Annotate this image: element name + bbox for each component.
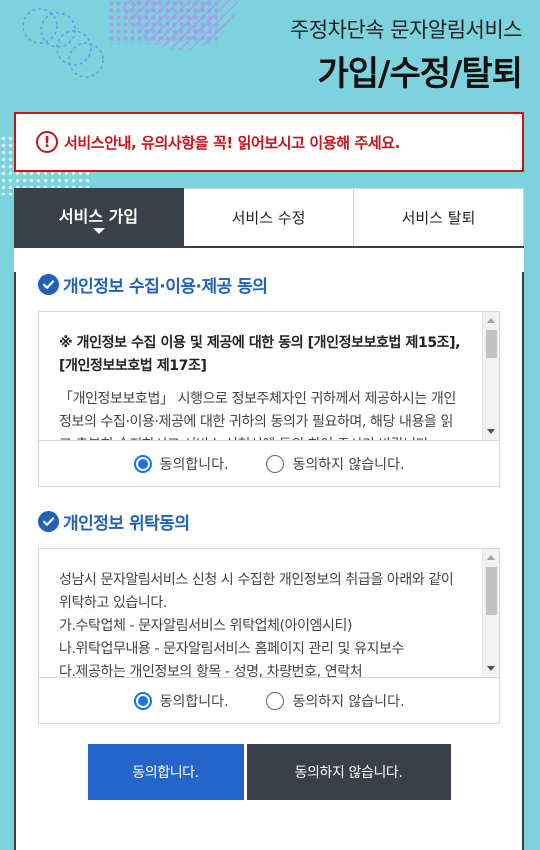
consent-box-privacy: ※ 개인정보 수집 이용 및 제공에 대한 동의 [개인정보보호법 제15조],…: [38, 311, 500, 487]
radio-agree[interactable]: 동의합니다.: [133, 691, 229, 711]
caret-down-icon: [92, 228, 105, 234]
tab-content: 개인정보 수집·이용·제공 동의 ※ 개인정보 수집 이용 및 제공에 대한 동…: [14, 272, 524, 850]
section-title-outsourcing-consent: 개인정보 위탁동의: [38, 509, 500, 534]
decorative-stripes: [120, 0, 240, 50]
tab-service-join[interactable]: 서비스 가입: [14, 188, 184, 246]
consent-radio-group: 동의합니다. 동의하지 않습니다.: [39, 677, 499, 723]
scrollbar-thumb[interactable]: [486, 330, 497, 358]
tab-label: 서비스 탈퇴: [401, 209, 476, 227]
consent-line: 나.위탁업무내용 - 문자알림서비스 홈페이지 관리 및 유지보수: [59, 641, 405, 657]
radio-unselected-icon[interactable]: [266, 691, 285, 710]
radio-label: 동의합니다.: [159, 693, 229, 710]
scrollbar-thumb[interactable]: [486, 567, 497, 615]
scroll-down-arrow-icon[interactable]: [487, 429, 495, 434]
radio-disagree[interactable]: 동의하지 않습니다.: [266, 691, 404, 711]
scroll-up-arrow-icon[interactable]: [487, 555, 495, 560]
decorative-circles: [22, 8, 104, 78]
scroll-up-arrow-icon[interactable]: [487, 318, 495, 323]
consent-line: 성남시 문자알림서비스 신청 시 수집한 개인정보의 취급을 아래와 같이 위탁…: [59, 572, 454, 611]
radio-agree[interactable]: 동의합니다.: [133, 454, 229, 474]
check-circle-icon: [38, 511, 59, 532]
notice-banner: ! 서비스안내, 유의사항을 꼭! 읽어보시고 이용해 주세요.: [14, 112, 524, 172]
service-panel: 서비스 가입 서비스 수정 서비스 탈퇴 개인정보 수집·이용·제공 동의 ※ …: [14, 188, 524, 850]
action-buttons: 동의합니다. 동의하지 않습니다.: [38, 744, 500, 800]
consent-body: 「개인정보보호법」 시행으로 정보주체자인 귀하께서 제공하시는 개인정보의 수…: [59, 391, 456, 440]
consent-line: 다.제공하는 개인정보의 항목 - 성명, 차량번호, 연락처: [59, 664, 363, 677]
consent-text-area[interactable]: 성남시 문자알림서비스 신청 시 수집한 개인정보의 취급을 아래와 같이 위탁…: [39, 549, 499, 677]
tab-label: 서비스 가입: [58, 206, 139, 226]
radio-label: 동의하지 않습니다.: [292, 693, 405, 710]
radio-label: 동의하지 않습니다.: [292, 456, 405, 473]
consent-radio-group: 동의합니다. 동의하지 않습니다.: [39, 440, 499, 486]
scrollbar[interactable]: [482, 312, 499, 440]
check-circle-icon: [38, 274, 59, 295]
decorative-dots: [108, 0, 218, 44]
tab-label: 서비스 수정: [231, 209, 306, 227]
consent-box-outsourcing: 성남시 문자알림서비스 신청 시 수집한 개인정보의 취급을 아래와 같이 위탁…: [38, 548, 500, 724]
consent-line: 가.수탁업체 - 문자알림서비스 위탁업체(아이엠시티): [59, 618, 353, 634]
radio-disagree[interactable]: 동의하지 않습니다.: [266, 454, 404, 474]
page-header: 주정차단속 문자알림서비스 가입/수정/탈퇴: [289, 14, 523, 95]
agree-button[interactable]: 동의합니다.: [87, 744, 244, 800]
radio-selected-icon[interactable]: [133, 691, 152, 710]
consent-heading: ※ 개인정보 수집 이용 및 제공에 대한 동의 [개인정보보호법 제15조],…: [59, 335, 461, 374]
section-title-text: 개인정보 위탁동의: [63, 514, 190, 534]
section-title-text: 개인정보 수집·이용·제공 동의: [63, 277, 268, 297]
exclamation-icon: !: [36, 131, 58, 153]
section-title-privacy-consent: 개인정보 수집·이용·제공 동의: [38, 272, 500, 297]
tab-service-modify[interactable]: 서비스 수정: [184, 188, 354, 246]
radio-label: 동의합니다.: [159, 456, 229, 473]
scrollbar[interactable]: [482, 549, 499, 677]
radio-unselected-icon[interactable]: [266, 454, 285, 473]
consent-text-area[interactable]: ※ 개인정보 수집 이용 및 제공에 대한 동의 [개인정보보호법 제15조],…: [39, 312, 499, 440]
scroll-down-arrow-icon[interactable]: [487, 666, 495, 671]
tab-service-withdraw[interactable]: 서비스 탈퇴: [354, 188, 524, 246]
page-title: 가입/수정/탈퇴: [317, 54, 523, 94]
disagree-button[interactable]: 동의하지 않습니다.: [246, 744, 451, 800]
radio-selected-icon[interactable]: [133, 454, 152, 473]
notice-text: 서비스안내, 유의사항을 꼭! 읽어보시고 이용해 주세요.: [64, 133, 400, 152]
tab-bar: 서비스 가입 서비스 수정 서비스 탈퇴: [14, 188, 524, 248]
page-subtitle: 주정차단속 문자알림서비스: [289, 18, 523, 42]
